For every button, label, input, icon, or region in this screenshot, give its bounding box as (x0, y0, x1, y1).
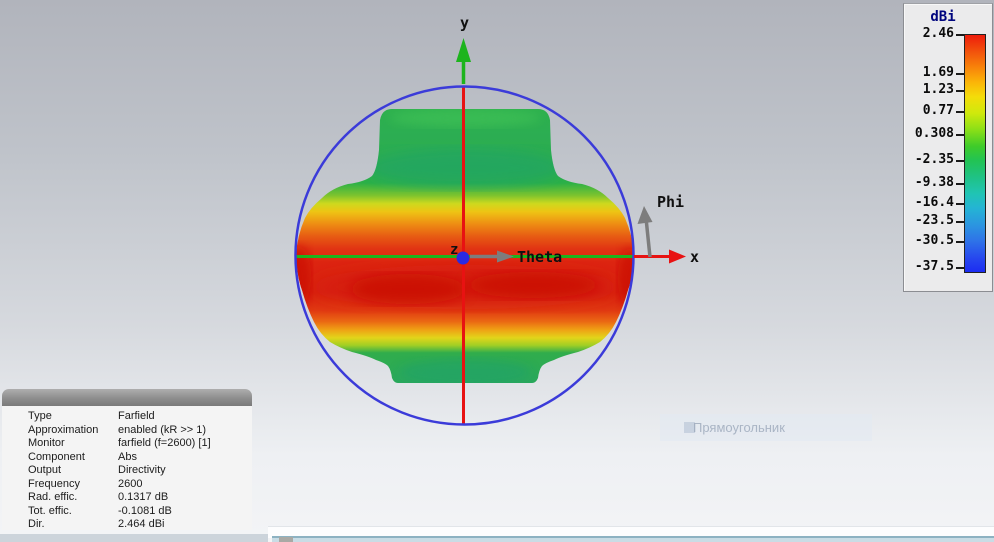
legend-tick-label: -23.5 (914, 213, 954, 228)
theta-axis-label: Theta (517, 248, 562, 266)
legend-tick (956, 73, 964, 75)
legend-tick-label: 1.69 (922, 65, 954, 80)
legend-unit-label: dBi (930, 9, 956, 25)
phi-axis-label: Phi (657, 193, 684, 211)
legend-tick-label: 2.46 (922, 26, 954, 41)
info-row-tot-effic: Tot. effic. -0.1081 dB (28, 504, 172, 517)
legend-tick (956, 221, 964, 223)
legend-tick-label: -16.4 (914, 195, 954, 210)
z-axis-label: z (450, 242, 458, 258)
color-scale-legend: dBi 2.46 1.69 1.23 0.77 0.308 -2.35 -9.3… (903, 3, 993, 292)
legend-tick (956, 134, 964, 136)
legend-tick-label: -30.5 (914, 233, 954, 248)
legend-tick-label: -2.35 (914, 152, 954, 167)
legend-tick (956, 183, 964, 185)
info-row-output: Output Directivity (28, 464, 166, 476)
legend-tick (956, 90, 964, 92)
z-axis-dot (456, 251, 470, 265)
legend-tick-label: 0.77 (922, 103, 954, 118)
x-axis-arrow (634, 249, 686, 264)
legend-tick (956, 203, 964, 205)
y-axis-arrow (456, 38, 471, 84)
horizontal-scrollbar[interactable] (272, 536, 994, 542)
legend-tick (956, 111, 964, 113)
cst-farfield-window: y x z Theta Phi dBi 2.46 1.69 1.23 0.77 … (0, 0, 994, 542)
info-row-dir: Dir. 2.464 dBi (28, 518, 165, 530)
info-row-component: Component Abs (28, 450, 137, 463)
info-row-approximation: Approximation enabled (kR >> 1) (28, 423, 207, 436)
info-row-rad-effic: Rad. effic. 0.1317 dB (28, 491, 169, 503)
info-panel-header[interactable] (2, 389, 252, 406)
legend-tick-label: 1.23 (922, 82, 954, 97)
snip-tool-label: Прямоугольник (693, 420, 785, 435)
scrollbar-thumb[interactable] (279, 537, 293, 542)
farfield-info-panel: Type Farfield Approximation enabled (kR … (2, 389, 252, 530)
info-row-frequency: Frequency 2600 (28, 477, 143, 490)
legend-tick (956, 241, 964, 243)
x-axis-label: x (690, 248, 699, 266)
legend-tick-label: -9.38 (914, 175, 954, 190)
legend-tick-label: 0.308 (914, 126, 954, 141)
bottom-left-strip (0, 534, 268, 542)
legend-tick (956, 160, 964, 162)
info-panel-body: Type Farfield Approximation enabled (kR … (2, 406, 252, 530)
info-row-monitor: Monitor farfield (f=2600) [1] (28, 437, 211, 449)
legend-tick-label: -37.5 (914, 259, 954, 274)
legend-tick (956, 34, 964, 36)
legend-tick (956, 267, 964, 269)
y-axis-label: y (460, 14, 469, 32)
phi-arrow (637, 206, 653, 258)
info-row-type: Type Farfield (28, 410, 155, 422)
snip-tool-overlay[interactable]: Прямоугольник (660, 414, 872, 441)
legend-color-bar (964, 34, 986, 273)
